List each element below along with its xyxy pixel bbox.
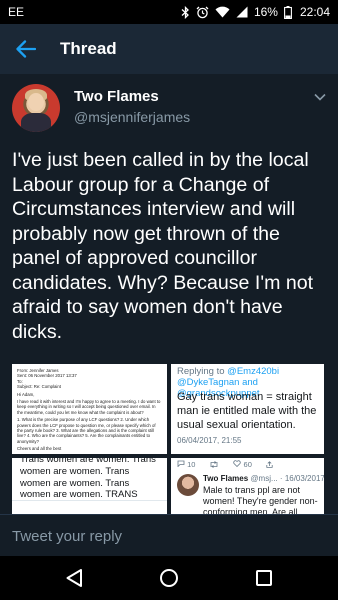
author-handle[interactable]: @msjenniferjames <box>74 109 190 125</box>
avatar-face-shape <box>28 93 44 111</box>
nav-home-button[interactable] <box>139 556 199 600</box>
chevron-down-icon <box>314 93 326 101</box>
quote-date: 16/03/2017 <box>284 474 324 483</box>
quote-actions: 10 60 <box>177 460 273 469</box>
media-image-chant[interactable]: Trans women are women. Trans women are w… <box>12 458 167 514</box>
reply-count: 10 <box>187 460 196 469</box>
author-name[interactable]: Two Flames <box>74 88 159 105</box>
reply-icon <box>177 460 185 468</box>
quote-handle: @msj... <box>250 474 278 483</box>
email-greeting: Hi Adam, <box>17 391 35 397</box>
quote-author: Two Flames <box>203 474 249 483</box>
tweet-menu-button[interactable] <box>314 88 326 106</box>
arrow-left-icon <box>16 40 36 58</box>
share-icon <box>266 461 273 468</box>
quote-text: Male to trans ppl are not women! They're… <box>203 485 318 514</box>
email-screenshot: From: Jennifer James Sent: 06 November 2… <box>12 364 167 454</box>
reply-count-group: 10 <box>177 460 195 469</box>
circle-home-icon <box>160 569 178 587</box>
tweet: Two Flames @msjenniferjames I've just be… <box>0 74 338 514</box>
replying-to-label: Replying to <box>177 366 225 377</box>
back-button[interactable] <box>0 24 52 74</box>
reply-bar <box>0 514 338 556</box>
reply-text: Gay trans woman = straight man ie entitl… <box>177 391 317 431</box>
email-signoff: Cheers and all the best <box>17 446 62 452</box>
email-body: I have read it with interest and I'm hap… <box>17 399 161 415</box>
quote-separator: · <box>279 474 283 483</box>
email-subject: Subject: Re: Complaint <box>17 384 61 390</box>
status-bar: EE 16% 22:04 <box>0 0 338 24</box>
media-grid: From: Jennifer James Sent: 06 November 2… <box>12 364 324 514</box>
carrier-label: EE <box>8 5 25 19</box>
avatar[interactable] <box>12 84 60 132</box>
email-questions: 1. What is the precise purpose of any LC… <box>17 417 156 444</box>
media-image-reply[interactable]: Replying to @Emz420bi @DykeTagnan and @g… <box>171 364 324 454</box>
navigation-bar <box>0 556 338 600</box>
like-count: 60 <box>243 460 252 469</box>
signal-icon <box>236 6 248 18</box>
battery-icon <box>284 5 292 19</box>
heart-icon <box>233 460 242 468</box>
tweet-text: I've just been called in by the local La… <box>12 149 314 343</box>
battery-percent: 16% <box>253 5 278 19</box>
bluetooth-icon <box>181 5 189 19</box>
nav-back-button[interactable] <box>44 556 104 600</box>
page-title: Thread <box>60 39 117 58</box>
wifi-icon <box>215 6 230 18</box>
triangle-back-icon <box>66 569 82 587</box>
media-image-email[interactable]: From: Jennifer James Sent: 06 November 2… <box>12 364 167 454</box>
nav-recents-button[interactable] <box>234 556 294 600</box>
chant-actions-strip <box>12 500 167 514</box>
retweet-icon <box>211 461 218 468</box>
status-icons: 16% 22:04 <box>181 5 330 19</box>
alarm-icon <box>196 6 209 18</box>
like-count-group: 60 <box>233 460 252 469</box>
media-image-quote[interactable]: 10 60 Two Flames @msj... · 16/03/2017 Ma… <box>171 458 324 514</box>
avatar-body-shape <box>21 113 51 132</box>
square-recents-icon <box>256 570 272 586</box>
clock: 22:04 <box>299 5 330 19</box>
quote-header: Two Flames @msj... · 16/03/2017 <box>203 474 324 483</box>
reply-input[interactable] <box>12 523 326 549</box>
app-bar: Thread <box>0 24 338 74</box>
reply-date: 06/04/2017, 21:55 <box>177 436 242 445</box>
quote-avatar <box>177 474 199 496</box>
